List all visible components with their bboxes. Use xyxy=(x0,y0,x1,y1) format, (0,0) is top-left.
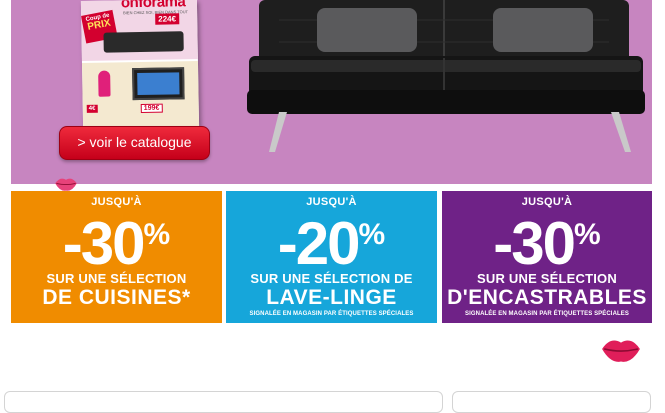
promo-line1: SUR UNE SÉLECTION xyxy=(477,271,617,286)
promo-line3: SIGNALÉE EN MAGASIN PAR ÉTIQUETTES SPÉCI… xyxy=(249,311,414,317)
sofa-image xyxy=(247,0,645,152)
promo-encastrables[interactable]: JUSQU'À -30% SUR UNE SÉLECTION D'ENCASTR… xyxy=(442,191,652,323)
promo-unit: % xyxy=(143,218,171,251)
lips-kiss-icon xyxy=(602,340,640,362)
catalog-cover[interactable]: onforama BIEN CHEZ SOI, BIEN DANS TOUT C… xyxy=(80,0,200,130)
promo-line2: D'ENCASTRABLES xyxy=(447,286,647,309)
catalog-price-tv: 199€ xyxy=(140,103,163,113)
promo-discount: -30% xyxy=(11,203,222,276)
content-box-right xyxy=(452,391,651,413)
promo-value: -30 xyxy=(62,210,146,277)
catalog-tv-image xyxy=(132,67,185,101)
promo-unit: % xyxy=(358,218,386,251)
catalog-price-top: 224€ xyxy=(155,13,180,25)
promo-discount: -20% xyxy=(226,203,437,276)
promo-line1: SUR UNE SÉLECTION DE xyxy=(250,271,413,286)
hero-banner[interactable]: onforama BIEN CHEZ SOI, BIEN DANS TOUT C… xyxy=(11,0,652,184)
promo-lave-linge[interactable]: JUSQU'À -20% SUR UNE SÉLECTION DE LAVE-L… xyxy=(226,191,437,323)
view-catalog-button[interactable]: > voir le catalogue xyxy=(59,126,210,160)
catalog-badge-line2: PRIX xyxy=(86,17,112,33)
promo-value: -20 xyxy=(277,210,361,277)
promo-line3: SIGNALÉE EN MAGASIN PAR ÉTIQUETTES SPÉCI… xyxy=(465,311,629,317)
promo-value: -30 xyxy=(493,210,576,277)
promo-line2: LAVE-LINGE xyxy=(266,286,397,309)
promo-line1: SUR UNE SÉLECTION xyxy=(46,271,187,286)
promo-cuisines[interactable]: JUSQU'À -30% SUR UNE SÉLECTION DE CUISIN… xyxy=(11,191,222,323)
promo-discount: -30% xyxy=(442,203,652,276)
catalog-sofa-image xyxy=(103,31,184,53)
catalog-lamp-image xyxy=(98,70,111,97)
promo-line2: DE CUISINES* xyxy=(42,286,191,309)
content-box-left xyxy=(4,391,443,413)
promo-unit: % xyxy=(574,218,601,251)
catalog-price-lamp: 4€ xyxy=(86,104,98,113)
